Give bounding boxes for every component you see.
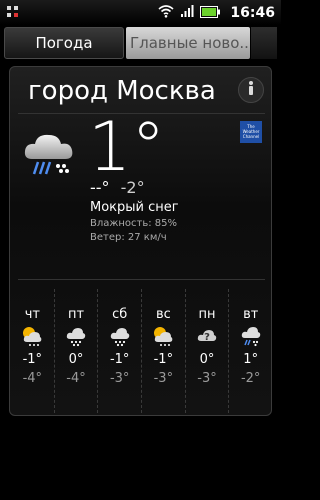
forecast-day[interactable]: пн ? 0° -3° bbox=[186, 289, 230, 413]
cloud-snow-icon bbox=[65, 325, 87, 347]
sleet-icon bbox=[22, 129, 78, 179]
forecast-day[interactable]: пт 0° -4° bbox=[55, 289, 99, 413]
current-condition: Мокрый снег bbox=[90, 200, 179, 215]
status-bar: 16:46 bbox=[0, 0, 281, 25]
wind: Ветер: 27 км/ч bbox=[90, 232, 167, 243]
day-low: -4° bbox=[22, 371, 43, 386]
notification-icon bbox=[6, 4, 20, 18]
cloud-sleet-icon bbox=[240, 325, 262, 347]
weather-channel-logo[interactable]: The Weather Channel bbox=[240, 121, 262, 143]
day-name: вт bbox=[243, 307, 259, 322]
city-name: город Москва bbox=[28, 76, 216, 106]
today-low: -2° bbox=[120, 178, 145, 197]
info-button[interactable] bbox=[238, 77, 264, 103]
day-high: -1° bbox=[153, 352, 174, 367]
info-icon bbox=[246, 80, 256, 100]
day-name: чт bbox=[24, 307, 40, 322]
day-name: пн bbox=[198, 307, 216, 322]
cloud-snow-icon bbox=[109, 325, 131, 347]
day-high: -1° bbox=[109, 352, 130, 367]
tab-overflow[interactable] bbox=[251, 27, 277, 59]
day-low: -3° bbox=[109, 371, 130, 386]
forecast-day[interactable]: чт -1° -4° bbox=[11, 289, 55, 413]
weather-panel: город Москва 1° The Weather Channel --° … bbox=[9, 66, 272, 416]
day-low: -2° bbox=[240, 371, 261, 386]
tab-bar: Погода Главные ново... bbox=[0, 25, 281, 63]
day-high: 0° bbox=[68, 352, 84, 367]
clock: 16:46 bbox=[230, 4, 275, 21]
day-high: 1° bbox=[243, 352, 259, 367]
wifi-icon bbox=[158, 3, 174, 22]
humidity: Влажность: 85% bbox=[90, 218, 178, 229]
day-low: -4° bbox=[66, 371, 86, 386]
today-high: --° bbox=[90, 178, 110, 197]
forecast-divider bbox=[18, 279, 265, 280]
day-name: сб bbox=[112, 307, 128, 322]
day-low: -3° bbox=[153, 371, 174, 386]
forecast-day[interactable]: сб -1° -3° bbox=[98, 289, 143, 413]
cloud-unknown-icon: ? bbox=[196, 325, 218, 347]
battery-icon bbox=[200, 3, 221, 22]
forecast-day[interactable]: вс -1° -3° bbox=[142, 289, 186, 413]
day-low: -3° bbox=[197, 371, 217, 386]
partly-cloudy-snow-icon bbox=[152, 325, 174, 347]
current-temperature: 1° bbox=[88, 108, 166, 187]
forecast-day[interactable]: вт 1° -2° bbox=[229, 289, 272, 413]
high-low-temperature: --° -2° bbox=[90, 178, 145, 197]
partly-cloudy-snow-icon bbox=[21, 325, 43, 347]
day-high: -1° bbox=[22, 352, 43, 367]
svg-text:?: ? bbox=[204, 332, 210, 343]
tab-top-news[interactable]: Главные ново... bbox=[126, 27, 250, 59]
tab-weather[interactable]: Погода bbox=[4, 27, 124, 59]
signal-icon bbox=[180, 3, 194, 22]
day-name: вс bbox=[155, 307, 171, 322]
day-high: 0° bbox=[199, 352, 215, 367]
day-name: пт bbox=[67, 307, 85, 322]
forecast-strip: чт -1° -4° пт 0° -4° сб -1° -3° вс -1° -… bbox=[11, 289, 272, 413]
